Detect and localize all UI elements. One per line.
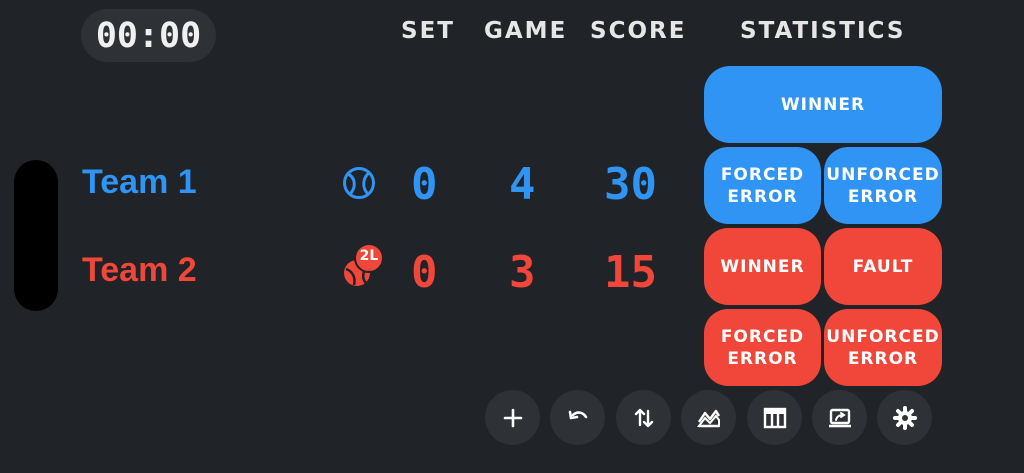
team-2-unforced-error-button[interactable]: UNFORCED ERROR [824,309,942,386]
undo-icon [568,410,587,419]
team-2-name: Team 2 [82,251,197,289]
table-button[interactable] [747,390,802,445]
team-1-set: 0 [411,159,438,210]
tennis-ball-icon [343,167,375,199]
header-statistics: STATISTICS [740,18,906,44]
team-1-winner-button[interactable]: WINNER [704,66,942,143]
team-2-game: 3 [509,247,536,298]
team-1-forced-error-button[interactable]: FORCED ERROR [704,147,821,224]
settings-button[interactable] [877,390,932,445]
add-button[interactable] [485,390,540,445]
share-screen-button[interactable] [812,390,867,445]
team-1-unforced-error-button[interactable]: UNFORCED ERROR [824,147,942,224]
header-game: GAME [484,18,568,44]
serve-ball-icon: 2L [342,243,388,289]
chart-icon [696,409,720,427]
gear-icon [892,405,917,430]
header-set: SET [401,18,455,44]
match-timer[interactable]: 00:00 [81,9,216,62]
swap-button[interactable] [616,390,671,445]
serve-badge: 2L [359,248,379,264]
team-2-score: 15 [604,247,657,298]
plus-icon [503,408,522,427]
chart-button[interactable] [681,390,736,445]
team-2-set: 0 [411,247,438,298]
screen-share-icon [828,408,851,427]
team-1-game: 4 [509,159,536,210]
team-1-name: Team 1 [82,163,197,201]
side-handle[interactable] [14,160,58,311]
header-score: SCORE [590,18,687,44]
team-2-winner-button[interactable]: WINNER [704,228,821,305]
team-2-fault-button[interactable]: FAULT [824,228,942,305]
team-2-forced-error-button[interactable]: FORCED ERROR [704,309,821,386]
swap-icon [634,408,653,427]
team-1-score: 30 [604,159,657,210]
undo-button[interactable] [550,390,605,445]
table-icon [763,407,786,428]
